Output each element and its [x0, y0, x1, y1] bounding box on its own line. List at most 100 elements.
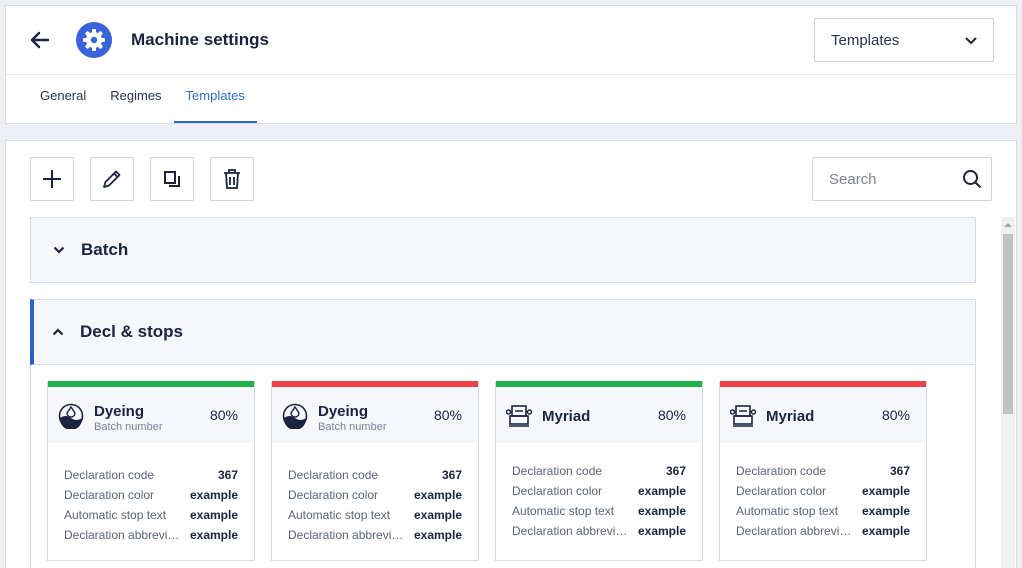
scrollbar[interactable] [1001, 217, 1015, 568]
detail-value: 367 [889, 464, 910, 478]
card-header: Dyeing Batch number 80% [48, 387, 254, 443]
detail-label: Declaration abbreviation [736, 524, 858, 538]
detail-value: 367 [217, 468, 238, 482]
detail-label: Declaration color [736, 484, 827, 498]
card-header: Myriad 80% [496, 387, 702, 443]
plus-icon [43, 170, 61, 188]
dyeing-icon [282, 403, 308, 430]
scroll-up-arrow-icon[interactable] [1001, 217, 1015, 231]
card-subtitle: Batch number [94, 421, 163, 433]
card-header: Dyeing Batch number 80% [272, 387, 478, 443]
card-header: Myriad 80% [720, 387, 926, 443]
content-panel: Batch Decl & stops Dyeing Batch number 8… [5, 140, 1017, 568]
search-input[interactable] [829, 170, 949, 188]
detail-value: example [413, 488, 462, 502]
detail-row: Automatic stop text example [736, 501, 910, 521]
tab-regimes[interactable]: Regimes [98, 76, 173, 124]
detail-label: Declaration abbreviation [288, 528, 410, 542]
add-button[interactable] [30, 157, 74, 201]
tab-templates[interactable]: Templates [173, 76, 258, 124]
detail-label: Declaration color [64, 488, 155, 502]
detail-row: Declaration color example [512, 481, 686, 501]
chevron-down-icon [53, 243, 67, 257]
card-percent: 80% [209, 407, 238, 423]
card-details: Declaration code 367 Declaration color exa… [48, 443, 254, 545]
chevron-up-icon [52, 325, 66, 339]
detail-value: example [413, 528, 462, 542]
machine-icon [729, 403, 757, 429]
detail-row: Automatic stop text example [288, 505, 462, 525]
section-decl-stops: Decl & stops [30, 299, 976, 365]
trash-icon [224, 169, 240, 189]
detail-row: Declaration abbreviation example [512, 521, 686, 541]
detail-value: example [861, 484, 910, 498]
detail-value: example [637, 504, 686, 518]
search-icon[interactable] [961, 168, 983, 190]
machine-icon [505, 403, 533, 429]
detail-row: Declaration code 367 [736, 461, 910, 481]
card-title: Myriad [766, 408, 815, 425]
detail-row: Declaration color example [64, 485, 238, 505]
detail-value: example [637, 484, 686, 498]
edit-button[interactable] [90, 157, 134, 201]
section-batch-header[interactable]: Batch [31, 218, 975, 282]
detail-row: Automatic stop text example [512, 501, 686, 521]
detail-row: Automatic stop text example [64, 505, 238, 525]
detail-row: Declaration code 367 [288, 465, 462, 485]
card-percent: 80% [881, 407, 910, 423]
detail-row: Declaration code 367 [512, 461, 686, 481]
template-card[interactable]: Dyeing Batch number 80% Declaration code… [47, 381, 255, 561]
detail-value: example [861, 524, 910, 538]
detail-label: Declaration code [288, 468, 379, 482]
scrollbar-thumb[interactable] [1003, 234, 1013, 414]
card-details: Declaration code 367 Declaration color exa… [496, 443, 702, 541]
chevron-down-icon [965, 32, 977, 49]
section-title: Batch [81, 240, 129, 259]
tab-general[interactable]: General [28, 76, 98, 124]
detail-label: Declaration code [64, 468, 155, 482]
card-details: Declaration code 367 Declaration color exa… [272, 443, 478, 545]
card-subtitle: Batch number [318, 421, 387, 433]
section-title: Decl & stops [80, 322, 183, 341]
detail-label: Automatic stop text [736, 504, 839, 518]
detail-value: example [637, 524, 686, 538]
view-dropdown[interactable]: Templates [814, 18, 994, 62]
card-percent: 80% [657, 407, 686, 423]
detail-row: Declaration color example [288, 485, 462, 505]
copy-icon [164, 171, 180, 187]
detail-row: Declaration abbreviation example [64, 525, 238, 545]
card-title: Dyeing [94, 403, 145, 420]
detail-row: Declaration code 367 [64, 465, 238, 485]
detail-label: Declaration code [736, 464, 827, 478]
detail-row: Declaration color example [736, 481, 910, 501]
dyeing-icon [58, 403, 84, 430]
detail-value: 367 [441, 468, 462, 482]
card-percent: 80% [433, 407, 462, 423]
detail-label: Automatic stop text [288, 508, 391, 522]
section-batch: Batch [30, 217, 976, 283]
detail-label: Declaration color [288, 488, 379, 502]
template-cards: Dyeing Batch number 80% Declaration code… [30, 365, 976, 568]
detail-label: Automatic stop text [512, 504, 615, 518]
detail-value: example [189, 508, 238, 522]
header-panel: Machine settings Templates General Regim… [5, 5, 1017, 124]
detail-label: Declaration abbreviation [512, 524, 634, 538]
detail-value: example [189, 528, 238, 542]
detail-label: Declaration abbreviation [64, 528, 186, 542]
back-arrow-icon[interactable] [28, 28, 52, 52]
delete-button[interactable] [210, 157, 254, 201]
template-card[interactable]: Myriad 80% Declaration code 367 Declarati… [495, 381, 703, 561]
view-dropdown-value: Templates [831, 31, 900, 49]
gear-icon [76, 22, 112, 58]
section-decl-stops-header[interactable]: Decl & stops [34, 300, 975, 364]
card-details: Declaration code 367 Declaration color exa… [720, 443, 926, 541]
detail-label: Declaration color [512, 484, 603, 498]
detail-value: example [413, 508, 462, 522]
detail-value: example [189, 488, 238, 502]
template-card[interactable]: Dyeing Batch number 80% Declaration code… [271, 381, 479, 561]
tab-bar: General Regimes Templates [28, 76, 258, 124]
duplicate-button[interactable] [150, 157, 194, 201]
detail-label: Automatic stop text [64, 508, 167, 522]
card-title: Dyeing [318, 403, 369, 420]
template-card[interactable]: Myriad 80% Declaration code 367 Declarati… [719, 381, 927, 561]
